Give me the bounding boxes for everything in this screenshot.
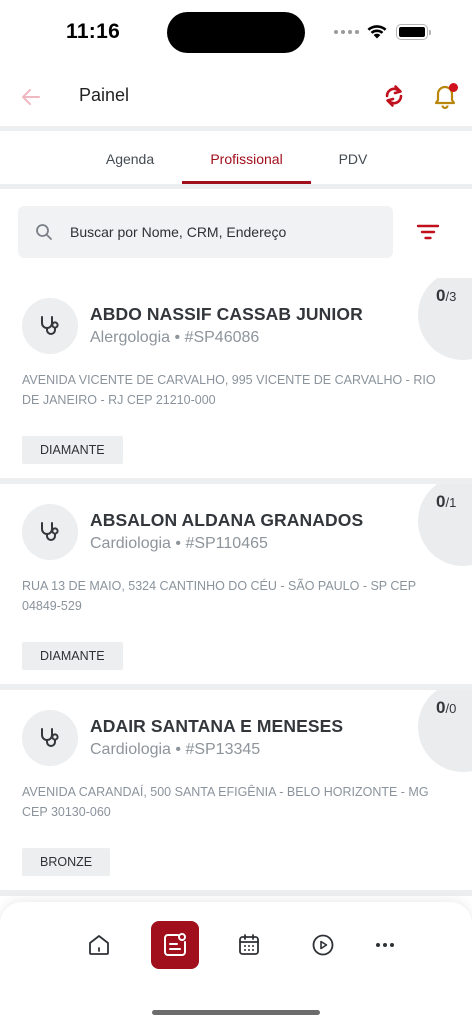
professional-name: ABSALON ALDANA GRANADOS — [90, 510, 364, 530]
professional-specialty-crm: Cardiologia • #SP13345 — [90, 741, 261, 758]
professional-card[interactable]: 0/3 ABDO NASSIF CASSAB JUNIOR Alergologi… — [0, 278, 472, 478]
professional-address: AVENIDA CARANDAÍ, 500 SANTA EFIGÊNIA - B… — [22, 785, 429, 819]
notification-badge — [449, 83, 458, 92]
stethoscope-icon — [41, 522, 59, 541]
avatar — [22, 298, 78, 354]
visit-total: /1 — [445, 495, 457, 510]
professional-name: ABDO NASSIF CASSAB JUNIOR — [90, 304, 363, 324]
category-badge: DIAMANTE — [22, 642, 123, 670]
visit-counter: 0/0 — [418, 690, 472, 772]
page-title: Painel — [79, 85, 130, 105]
crm: #SP46086 — [184, 329, 260, 346]
wifi-icon — [367, 25, 387, 39]
divider — [0, 184, 472, 189]
status-bar: 11:16 — [0, 0, 472, 64]
home-indicator — [152, 1010, 320, 1015]
specialty: Cardiologia — [90, 535, 171, 552]
divider — [0, 890, 472, 896]
tab-pdv[interactable]: PDV — [313, 133, 393, 185]
professional-name: ADAIR SANTANA E MENESES — [90, 716, 344, 736]
nav-play-button[interactable] — [299, 921, 347, 969]
status-time: 11:16 — [66, 20, 121, 43]
divider — [0, 126, 472, 131]
professional-card[interactable]: 0/0 ADAIR SANTANA E MENESES Cardiologia … — [0, 690, 472, 890]
home-icon — [89, 935, 109, 955]
nav-professional-button[interactable] — [151, 921, 199, 969]
tab-bar: Agenda Profissional PDV — [0, 133, 472, 185]
visit-total: /0 — [445, 701, 457, 716]
signal-icon — [334, 30, 359, 34]
avatar — [22, 504, 78, 560]
play-icon — [312, 934, 334, 956]
nav-calendar-button[interactable] — [225, 921, 273, 969]
notifications-button[interactable] — [432, 82, 460, 110]
nav-more-button[interactable] — [361, 921, 409, 969]
professional-card[interactable]: 0/1 ABSALON ALDANA GRANADOS Cardiologia … — [0, 484, 472, 684]
avatar — [22, 710, 78, 766]
stethoscope-icon — [41, 316, 59, 335]
sync-button[interactable] — [380, 82, 408, 110]
arrow-left-icon — [22, 89, 40, 105]
professional-specialty-crm: Alergologia • #SP46086 — [90, 329, 260, 346]
crm: #SP110465 — [185, 535, 268, 552]
professional-address: AVENIDA VICENTE DE CARVALHO, 995 VICENTE… — [22, 373, 436, 407]
search-icon — [36, 224, 52, 240]
more-icon — [376, 943, 394, 947]
nav-home-button[interactable] — [75, 921, 123, 969]
tab-agenda[interactable]: Agenda — [80, 133, 180, 185]
crm: #SP13345 — [185, 741, 261, 758]
professional-card-icon — [164, 933, 186, 956]
filter-icon — [416, 224, 440, 240]
visit-counter: 0/1 — [418, 484, 472, 566]
dynamic-island — [167, 12, 305, 53]
professional-address: RUA 13 DE MAIO, 5324 CANTINHO DO CÉU - S… — [22, 579, 416, 613]
back-button[interactable] — [18, 84, 44, 110]
filter-button[interactable] — [414, 219, 442, 245]
category-badge: BRONZE — [22, 848, 111, 876]
professional-specialty-crm: Cardiologia • #SP110465 — [90, 535, 268, 552]
specialty: Alergologia — [90, 329, 171, 346]
search-bar — [18, 206, 393, 258]
specialty: Cardiologia — [90, 741, 171, 758]
stethoscope-icon — [41, 728, 59, 747]
visit-counter: 0/3 — [418, 278, 472, 360]
bottom-navigation — [0, 902, 472, 1024]
search-input[interactable] — [70, 206, 380, 258]
app-header: Painel — [0, 64, 472, 128]
visit-total: /3 — [445, 289, 457, 304]
battery-icon — [396, 24, 428, 40]
calendar-icon — [239, 934, 259, 955]
category-badge: DIAMANTE — [22, 436, 123, 464]
status-icons — [334, 22, 434, 42]
tab-profissional[interactable]: Profissional — [182, 133, 311, 185]
sync-icon — [385, 85, 403, 107]
